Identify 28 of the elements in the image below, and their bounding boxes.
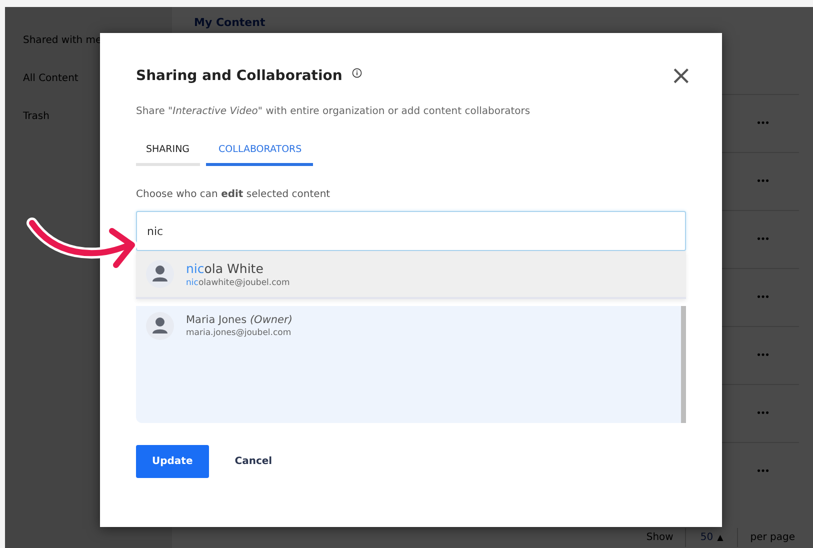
more-button[interactable]: ••• bbox=[756, 176, 769, 186]
dialog-subtitle: Share "Interactive Video" with entire organization or add content collaborators bbox=[136, 106, 532, 117]
tab[interactable]: COLLABORATORS bbox=[206, 144, 313, 166]
dialog-title: Sharing and Collaboration bbox=[136, 68, 342, 84]
avatar-icon bbox=[146, 312, 174, 340]
user-name: nicola White bbox=[186, 260, 264, 276]
suggestion-item[interactable]: nicola White nicolawhite@joubel.com bbox=[136, 251, 686, 297]
info-icon[interactable] bbox=[352, 68, 362, 78]
field-label: Choose who can edit selected content bbox=[136, 189, 332, 200]
user-email: nicolawhite@joubel.com bbox=[186, 278, 290, 288]
user-name: Maria Jones (Owner) bbox=[186, 314, 292, 326]
more-button[interactable]: ••• bbox=[756, 118, 769, 128]
more-button[interactable]: ••• bbox=[756, 234, 769, 244]
more-button[interactable]: ••• bbox=[756, 292, 769, 302]
avatar-icon bbox=[146, 260, 174, 288]
more-button[interactable]: ••• bbox=[756, 350, 769, 360]
more-button[interactable]: ••• bbox=[756, 466, 769, 476]
close-button[interactable]: × bbox=[670, 65, 692, 87]
search-field[interactable]: nic bbox=[136, 211, 686, 251]
update-button[interactable]: Update bbox=[136, 445, 209, 478]
show-label: Show bbox=[646, 532, 674, 542]
user-email: maria.jones@joubel.com bbox=[186, 328, 292, 338]
more-button[interactable]: ••• bbox=[756, 408, 769, 418]
per-page-label: per page bbox=[750, 532, 795, 542]
page-heading: My Content bbox=[194, 16, 266, 31]
cancel-button[interactable]: Cancel bbox=[222, 445, 284, 478]
tab[interactable]: SHARING bbox=[136, 144, 200, 166]
scrollbar[interactable] bbox=[681, 306, 686, 423]
